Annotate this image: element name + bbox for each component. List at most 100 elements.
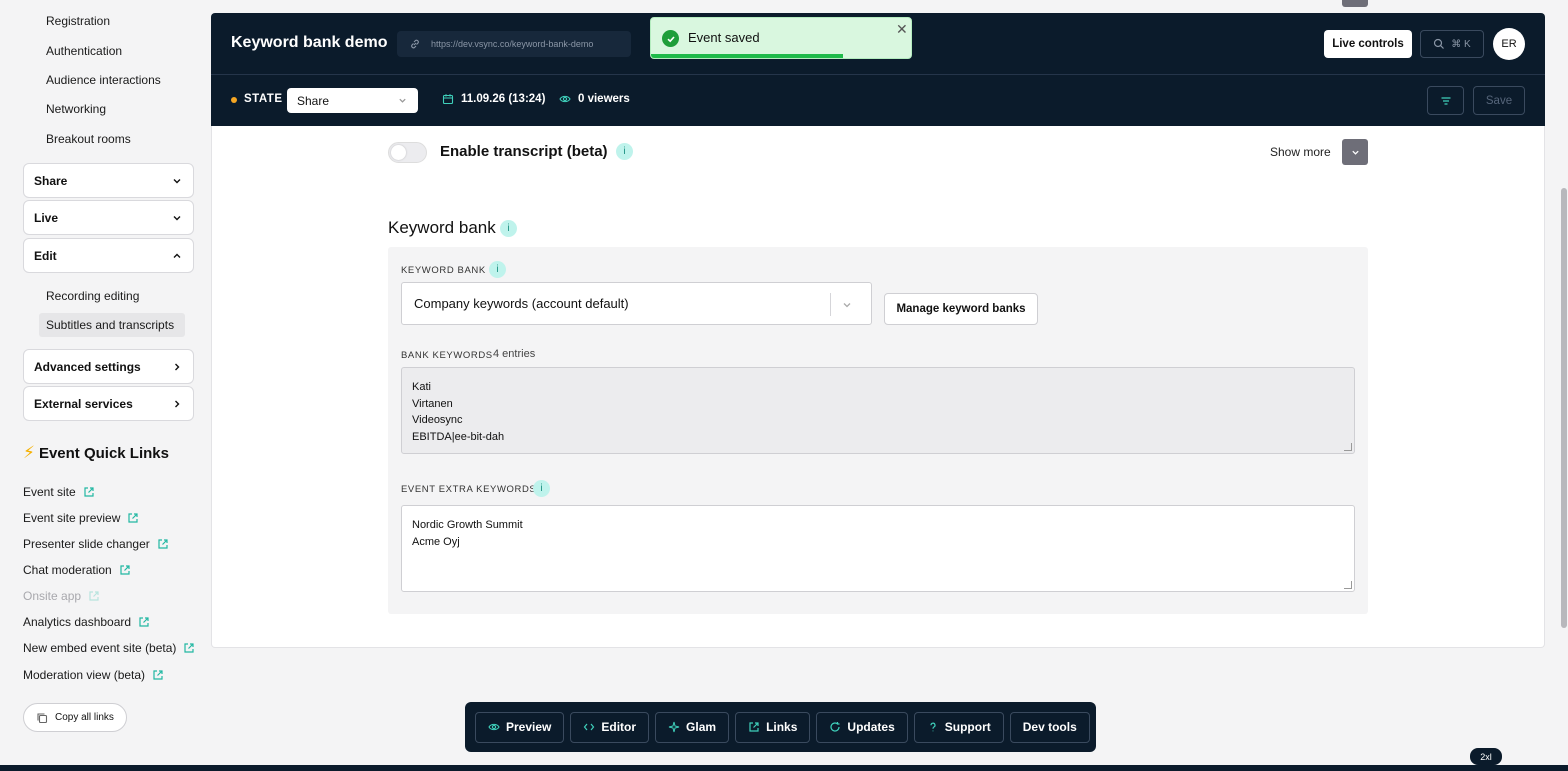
chevron-down-icon: [843, 303, 851, 308]
collapsed-section-toggle[interactable]: [1342, 0, 1368, 7]
info-icon[interactable]: i: [533, 480, 550, 497]
save-button[interactable]: Save: [1473, 86, 1525, 115]
editor-button[interactable]: Editor: [570, 711, 650, 743]
event-date-label: 11.09.26 (13:24): [461, 93, 546, 105]
quick-link-event-site[interactable]: Event site: [23, 485, 95, 499]
toast-message: Event saved: [688, 30, 760, 45]
sidebar-section-share[interactable]: Share: [23, 163, 194, 198]
keyword-bank-select[interactable]: Company keywords (account default): [401, 282, 872, 325]
question-icon: [930, 722, 936, 732]
avatar[interactable]: ER: [1493, 28, 1525, 60]
live-controls-button[interactable]: Live controls: [1324, 30, 1412, 58]
chevron-right-icon: [175, 400, 180, 407]
eye-icon: [488, 723, 500, 731]
section-label: Edit: [34, 248, 57, 263]
external-link-icon: [749, 722, 759, 732]
external-link-icon: [184, 643, 195, 653]
show-more-button[interactable]: [1342, 139, 1368, 165]
toast-notification: Event saved ✕: [650, 17, 912, 59]
sidebar-item-authentication[interactable]: Authentication: [46, 44, 122, 58]
chevron-up-icon: [173, 253, 181, 258]
keyword-line: Kati: [412, 381, 431, 393]
sidebar-item-subtitles-and-transcripts[interactable]: Subtitles and transcripts: [39, 313, 185, 337]
info-icon[interactable]: i: [489, 261, 506, 278]
sidebar-item-breakout-rooms[interactable]: Breakout rooms: [46, 132, 131, 146]
quick-link-onsite-app: Onsite app: [23, 589, 100, 603]
quick-link-new-embed-event-site[interactable]: New embed event site (beta): [23, 641, 195, 655]
sidebar-section-advanced-settings[interactable]: Advanced settings: [23, 349, 194, 384]
dev-tools-button[interactable]: Dev tools: [1009, 711, 1090, 743]
quick-links-title: Event Quick Links: [38, 444, 169, 462]
filter-button[interactable]: [1427, 86, 1464, 115]
sidebar-item-networking[interactable]: Networking: [46, 102, 106, 116]
resize-grip-icon[interactable]: [1344, 443, 1352, 451]
quick-link-label: Analytics dashboard: [23, 615, 132, 629]
check-circle-icon: [662, 30, 679, 47]
external-link-icon: [153, 670, 163, 680]
scrollbar-thumb[interactable]: [1561, 188, 1567, 628]
quick-link-event-site-preview[interactable]: Event site preview: [23, 511, 139, 525]
event-url-link[interactable]: https://dev.vsync.co/keyword-bank-demo: [397, 31, 631, 57]
keyword-bank-field-label: KEYWORD BANK: [401, 265, 486, 276]
quick-link-label: New embed event site (beta): [23, 641, 177, 655]
sidebar-item-registration[interactable]: Registration: [46, 14, 110, 28]
external-link-icon: [158, 539, 168, 549]
resize-grip-icon[interactable]: [1344, 581, 1352, 589]
refresh-icon: [830, 722, 841, 732]
quick-link-label: Presenter slide changer: [23, 537, 150, 551]
link-icon: [411, 39, 419, 49]
copy-icon: [37, 712, 48, 723]
event-extra-keywords-textarea[interactable]: Nordic Growth Summit Acme Oyj: [401, 505, 1355, 592]
external-link-icon: [120, 565, 130, 575]
sidebar-item-recording-editing[interactable]: Recording editing: [46, 289, 139, 303]
search-shortcut: ⌘ K: [1451, 38, 1471, 50]
sidebar-section-external-services[interactable]: External services: [23, 386, 194, 421]
section-label: External services: [34, 396, 133, 411]
bottom-edge-bar: [0, 765, 1568, 771]
quick-links-heading: ⚡ Event Quick Links: [23, 443, 169, 463]
bank-keywords-textarea: Kati Virtanen Videosync EBITDA|ee-bit-da…: [401, 367, 1355, 454]
state-indicator-dot: [231, 97, 237, 103]
state-select[interactable]: Share: [287, 88, 418, 113]
chevron-down-icon: [399, 98, 406, 103]
glam-button[interactable]: Glam: [655, 711, 730, 743]
sidebar-section-edit[interactable]: Edit: [23, 238, 194, 273]
links-button[interactable]: Links: [735, 711, 811, 743]
viewer-count-label: 0 viewers: [578, 93, 630, 105]
search-icon: [1434, 38, 1445, 49]
dock-button-label: Dev tools: [1022, 720, 1077, 734]
info-icon[interactable]: i: [616, 143, 633, 160]
support-button[interactable]: Support: [913, 711, 1004, 743]
manage-keyword-banks-button[interactable]: Manage keyword banks: [884, 293, 1038, 325]
state-select-value: Share: [297, 93, 330, 108]
info-icon[interactable]: i: [500, 220, 517, 237]
keyword-line: EBITDA|ee-bit-dah: [412, 430, 505, 443]
quick-link-chat-moderation[interactable]: Chat moderation: [23, 563, 131, 577]
quick-link-analytics-dashboard[interactable]: Analytics dashboard: [23, 615, 150, 629]
section-label: Share: [34, 173, 68, 188]
section-label: Advanced settings: [34, 359, 141, 374]
eye-icon: [559, 95, 571, 103]
keyword-line: Acme Oyj: [412, 535, 460, 548]
close-icon[interactable]: ✕: [896, 21, 908, 38]
quick-link-label: Chat moderation: [23, 563, 112, 577]
preview-button[interactable]: Preview: [475, 711, 565, 743]
transcript-toggle[interactable]: [388, 142, 427, 163]
chevron-right-icon: [175, 363, 180, 370]
keyword-line: Videosync: [412, 414, 463, 426]
quick-link-label: Event site preview: [23, 511, 121, 525]
dock-button-label: Glam: [686, 720, 717, 734]
quick-link-moderation-view[interactable]: Moderation view (beta): [23, 668, 164, 682]
select-separator: [830, 293, 831, 316]
dock-button-label: Links: [766, 720, 798, 734]
copy-all-links-button[interactable]: Copy all links: [23, 703, 127, 732]
calendar-icon: [442, 94, 454, 105]
event-title: Keyword bank demo: [231, 34, 388, 51]
sidebar-item-audience-interactions[interactable]: Audience interactions: [46, 73, 161, 87]
updates-button[interactable]: Updates: [816, 711, 908, 743]
dock-button-label: Preview: [506, 720, 552, 734]
quick-link-presenter-slide-changer[interactable]: Presenter slide changer: [23, 537, 169, 551]
search-button[interactable]: ⌘ K: [1420, 30, 1484, 58]
copy-all-links-label: Copy all links: [55, 712, 114, 723]
sidebar-section-live[interactable]: Live: [23, 200, 194, 235]
